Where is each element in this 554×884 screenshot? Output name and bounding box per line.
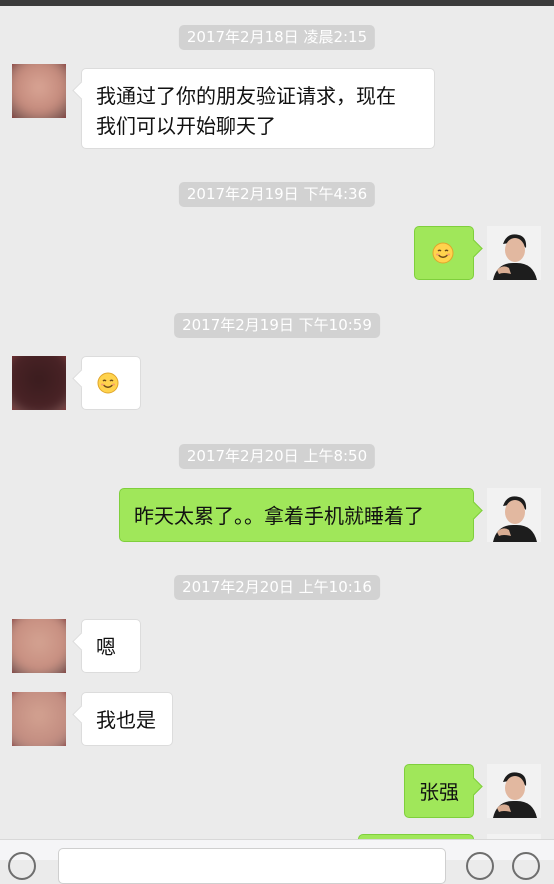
message-bubble-outgoing[interactable]	[414, 226, 474, 280]
person-icon	[487, 764, 541, 818]
chat-log[interactable]: 2017年2月18日 凌晨2:15 我通过了你的朋友验证请求，现在 我们可以开始…	[0, 6, 554, 839]
timestamp: 2017年2月19日 下午10:59	[174, 313, 380, 338]
message-bubble-incoming[interactable]: 我也是	[81, 692, 173, 746]
contact-avatar[interactable]	[12, 692, 66, 746]
my-avatar[interactable]	[487, 764, 541, 818]
person-icon	[487, 226, 541, 280]
contact-avatar[interactable]	[12, 356, 66, 410]
plus-icon[interactable]	[512, 852, 540, 880]
my-avatar[interactable]	[487, 488, 541, 542]
message-text-line: 我通过了你的朋友验证请求，现在	[96, 84, 396, 108]
smiling-face-emoji-icon	[432, 242, 454, 264]
timestamp: 2017年2月19日 下午4:36	[178, 182, 376, 207]
message-text: 嗯	[96, 635, 116, 659]
input-toolbar	[0, 839, 554, 884]
emoji-icon[interactable]	[466, 852, 494, 880]
message-input[interactable]	[58, 848, 446, 884]
timestamp: 2017年2月20日 上午10:16	[174, 575, 380, 600]
message-text: 我也是	[96, 708, 156, 732]
voice-icon[interactable]	[8, 852, 36, 880]
message-bubble-outgoing[interactable]: 张强	[404, 764, 474, 818]
my-avatar[interactable]	[487, 226, 541, 280]
contact-avatar[interactable]	[12, 64, 66, 118]
timestamp: 2017年2月18日 凌晨2:15	[178, 25, 376, 50]
message-text-line: 我们可以开始聊天了	[96, 114, 276, 138]
smiling-face-emoji-icon	[97, 372, 119, 394]
message-bubble-outgoing[interactable]: 昨天太累了。。拿着手机就睡着了	[119, 488, 474, 542]
timestamp: 2017年2月20日 上午8:50	[178, 444, 376, 469]
message-bubble-incoming[interactable]: 嗯	[81, 619, 141, 673]
contact-avatar[interactable]	[12, 619, 66, 673]
person-icon	[487, 488, 541, 542]
message-bubble-incoming[interactable]: 我通过了你的朋友验证请求，现在 我们可以开始聊天了	[81, 68, 435, 149]
message-text: 张强	[419, 780, 459, 804]
message-text: 昨天太累了。。拿着手机就睡着了	[134, 504, 424, 528]
message-bubble-incoming[interactable]	[81, 356, 141, 410]
